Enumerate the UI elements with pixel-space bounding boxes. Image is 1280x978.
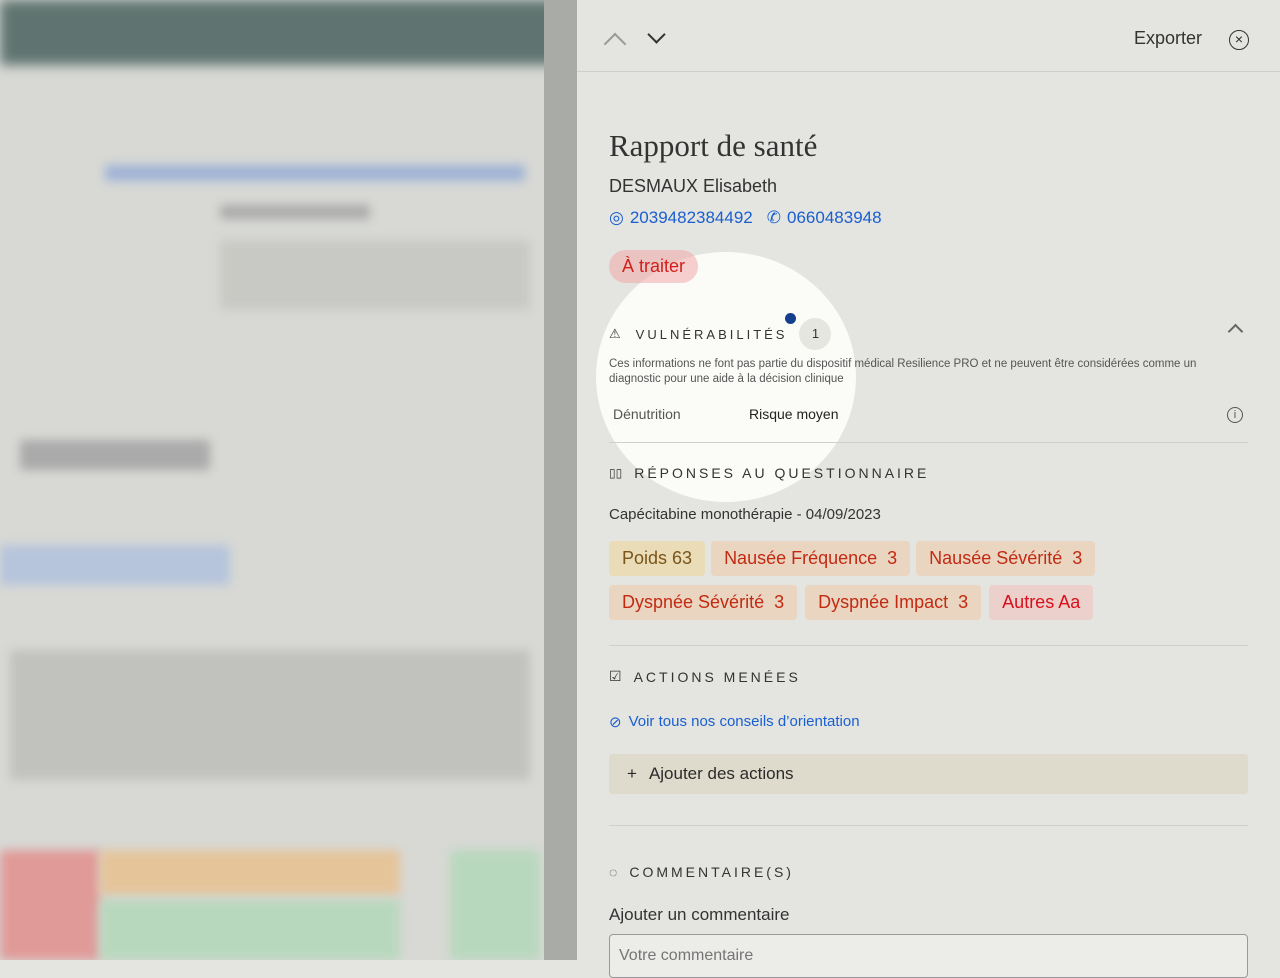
phone-icon: ✆	[766, 208, 782, 227]
vulnerability-label: Dénutrition	[613, 406, 681, 422]
count-badge: 1	[799, 318, 832, 350]
checklist-icon: ☑	[609, 668, 622, 684]
plus-icon: +	[627, 764, 637, 783]
patient-id-link[interactable]: 2039482384492	[630, 208, 753, 228]
next-chevron-down-icon[interactable]	[647, 25, 666, 44]
answer-chip[interactable]: Nausée Sévérité 3	[916, 541, 1096, 576]
close-icon[interactable]: ×	[1229, 30, 1249, 50]
actions-title: ACTIONS MENÉES	[633, 668, 801, 685]
vulnerabilities-title: VULNÉRABILITÉS	[635, 326, 788, 342]
add-actions-label: Ajouter des actions	[648, 764, 794, 783]
patient-name: DESMAUX Elisabeth	[609, 176, 778, 196]
chart-icon: ▯▯	[609, 466, 623, 480]
orientation-advice-link[interactable]: Voir tous nos conseils d’orientation	[629, 713, 860, 731]
previous-chevron-up-icon[interactable]	[603, 32, 627, 56]
answer-chip[interactable]: Poids 63	[609, 541, 706, 576]
compass-icon: ⊘	[609, 714, 622, 731]
comment-icon: ◌	[609, 864, 618, 880]
answer-chip[interactable]: Dyspnée Sévérité 3	[609, 585, 798, 620]
info-icon[interactable]: i	[1227, 407, 1243, 423]
user-icon: ◎	[609, 208, 624, 227]
status-badge: À traiter	[609, 250, 699, 283]
comment-input[interactable]	[609, 934, 1248, 978]
vulnerability-value: Risque moyen	[749, 406, 839, 422]
notification-dot	[785, 313, 796, 324]
add-actions-button[interactable]: + Ajouter des actions	[609, 754, 1248, 794]
questionnaire-subtitle: Capécitabine monothérapie - 04/09/2023	[609, 506, 881, 523]
export-button[interactable]: Exporter	[1134, 28, 1202, 49]
disclaimer: Ces informations ne font pas partie du d…	[609, 358, 1197, 385]
comment-label: Ajouter un commentaire	[609, 905, 790, 924]
answer-chip[interactable]: Autres Aa	[989, 585, 1094, 620]
comments-title: COMMENTAIRE(S)	[629, 864, 794, 880]
phone-link[interactable]: 0660483948	[787, 208, 882, 228]
background-page-blurred	[0, 0, 577, 960]
page-title: Rapport de santé	[609, 128, 818, 163]
questionnaire-title: RÉPONSES AU QUESTIONNAIRE	[634, 465, 930, 481]
answer-chip[interactable]: Nausée Fréquence 3	[711, 541, 911, 576]
answer-chip[interactable]: Dyspnée Impact 3	[805, 585, 982, 620]
warning-icon: ⚠	[609, 326, 624, 341]
